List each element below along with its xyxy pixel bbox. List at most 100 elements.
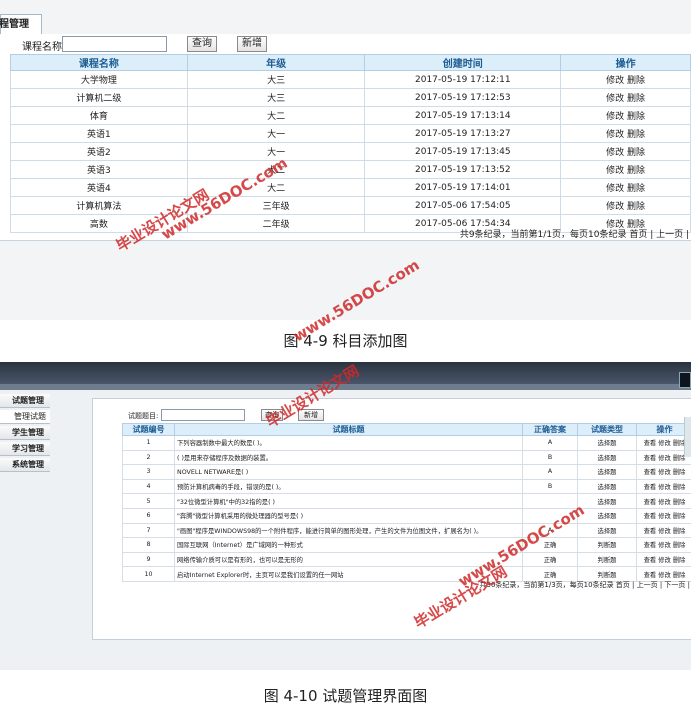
delete-link[interactable]: 删除 [673,557,686,564]
created-time-cell: 2017-05-19 17:13:14 [364,106,562,125]
edit-link[interactable]: 修改 [606,76,624,86]
sidebar-item[interactable]: 试题管理 [0,394,50,408]
question-type-cell: 选择题 [577,464,637,480]
add-button[interactable]: 新增 [237,36,267,52]
table-row: 计算机算法 三年级 2017-05-06 17:54:05 修改 删除 [10,196,691,215]
delete-link[interactable]: 删除 [673,513,686,520]
grade-cell: 二年级 [186,214,366,233]
edit-link[interactable]: 修改 [658,440,671,447]
delete-link[interactable]: 删除 [627,76,645,86]
edit-link[interactable]: 修改 [606,202,624,212]
question-no-cell: 9 [122,551,175,568]
table-row: 6 "奔腾"微型计算机采用的微处理器的型号是( ) 选择题 查看 修改 删除 [122,507,691,524]
edit-link[interactable]: 修改 [658,572,671,579]
actions-cell: 查看 修改 删除 [636,537,691,553]
delete-link[interactable]: 删除 [673,499,686,506]
created-time-cell: 2017-05-19 17:13:52 [364,160,562,179]
question-no-cell: 10 [122,566,175,582]
view-link[interactable]: 查看 [644,542,657,549]
view-link[interactable]: 查看 [644,469,657,476]
edit-link[interactable]: 修改 [658,542,671,549]
table-row: 5 "32位微型计算机"中的32指的是( ) 选择题 查看 修改 删除 [122,493,691,509]
course-name-input[interactable] [62,36,167,52]
view-link[interactable]: 查看 [644,484,657,491]
created-time-cell: 2017-05-19 17:13:27 [364,124,562,143]
delete-link[interactable]: 删除 [673,484,686,491]
created-time-cell: 2017-05-19 17:13:45 [364,142,562,161]
actions-cell: 查看 修改 删除 [636,449,691,466]
edit-link[interactable]: 修改 [658,528,671,535]
answer-cell: B [522,478,578,495]
view-link[interactable]: 查看 [644,455,657,462]
view-link[interactable]: 查看 [644,499,657,506]
edit-link[interactable]: 修改 [606,184,624,194]
edit-link[interactable]: 修改 [658,513,671,520]
course-name-cell: 大学物理 [10,70,188,89]
sidebar-item[interactable]: 学习管理 [0,442,50,456]
delete-link[interactable]: 删除 [627,94,645,104]
view-link[interactable]: 查看 [644,528,657,535]
grade-cell: 大三 [186,70,366,89]
course-table: 课程名称 年级 创建时间 操作 大学物理 大三 2017-05-19 17:12:11 修改… [10,54,691,233]
column-header: 试题编号 [122,423,175,436]
delete-link[interactable]: 删除 [673,542,686,549]
question-no-cell: 6 [122,507,175,524]
question-title-input[interactable] [161,409,245,421]
delete-link[interactable]: 删除 [673,469,686,476]
table-row: 英语2 大一 2017-05-19 17:13:45 修改 删除 [10,142,691,161]
question-no-cell: 8 [122,537,175,553]
question-no-cell: 2 [122,449,175,466]
edit-link[interactable]: 修改 [606,148,624,158]
question-title-cell: 国际互联网（Internet）是广域网的一种形式 [174,537,523,553]
delete-link[interactable]: 删除 [627,130,645,140]
delete-link[interactable]: 删除 [627,184,645,194]
delete-link[interactable]: 删除 [627,148,645,158]
tab-bar [0,14,691,35]
delete-link[interactable]: 删除 [627,202,645,212]
view-link[interactable]: 查看 [644,513,657,520]
course-panel: 课程名称: 查询 新增 课程名称 年级 创建时间 操作 大学物理 大三 2017-05-1… [0,34,691,241]
view-link[interactable]: 查看 [644,440,657,447]
sidebar-item[interactable]: 学生管理 [0,426,50,440]
edit-link[interactable]: 修改 [658,455,671,462]
table-row: 8 国际互联网（Internet）是广域网的一种形式 正确 判断题 查看 修改 删除 [122,537,691,553]
edit-link[interactable]: 修改 [606,94,624,104]
side-scrollbar[interactable] [684,417,691,457]
column-header: 试题类型 [577,423,637,436]
course-name-cell: 英语3 [10,160,188,179]
edit-link[interactable]: 修改 [658,557,671,564]
course-pager[interactable]: 共9条纪录，当前第1/1页，每页10条纪录 首页 | 上一页 | [460,227,689,240]
actions-cell: 查看 修改 删除 [636,464,691,480]
edit-link[interactable]: 修改 [606,166,624,176]
column-header: 操作 [636,423,691,436]
question-type-cell: 判断题 [577,551,637,568]
edit-link[interactable]: 修改 [658,484,671,491]
delete-link[interactable]: 删除 [673,528,686,535]
table-row: 4 预防计算机病毒的手段，错误的是( )。 B 选择题 查看 修改 删除 [122,478,691,495]
view-link[interactable]: 查看 [644,557,657,564]
actions-cell: 修改 删除 [560,178,691,197]
delete-link[interactable]: 删除 [673,572,686,579]
actions-cell: 修改 删除 [560,106,691,125]
edit-link[interactable]: 修改 [658,499,671,506]
delete-link[interactable]: 删除 [627,166,645,176]
edit-link[interactable]: 修改 [606,112,624,122]
tab-course-management[interactable]: 程管理 [0,14,42,35]
column-header: 课程名称 [10,54,188,71]
figure-caption-2: 图 4-10 试题管理界面图 [263,687,428,705]
column-header: 操作 [560,54,691,71]
window-close-icon[interactable] [679,372,691,388]
question-no-cell: 5 [122,493,175,509]
edit-link[interactable]: 修改 [606,130,624,140]
delete-link[interactable]: 删除 [627,112,645,122]
actions-cell: 修改 删除 [560,70,691,89]
view-link[interactable]: 查看 [644,572,657,579]
table-row: 7 "画图"程序是WINDOWS98的一个附件程序，能进行简单的图形处理，产生的文… [122,522,691,539]
sidebar-item[interactable]: 系统管理 [0,458,50,472]
sidebar-item[interactable]: 管理试题 [0,410,50,424]
edit-link[interactable]: 修改 [658,469,671,476]
question-pager[interactable]: 共30条纪录，当前第1/3页，每页10条纪录 首页 | 上一页 | 下一页 | [479,580,690,590]
table-row: 2( )是用来存储程序及数据的装置。 B 选择题 查看 修改 删除 [122,449,691,466]
question-title-cell: "画图"程序是WINDOWS98的一个附件程序，能进行简单的图形处理，产生的文件… [174,522,523,539]
query-button[interactable]: 查询 [187,36,217,52]
